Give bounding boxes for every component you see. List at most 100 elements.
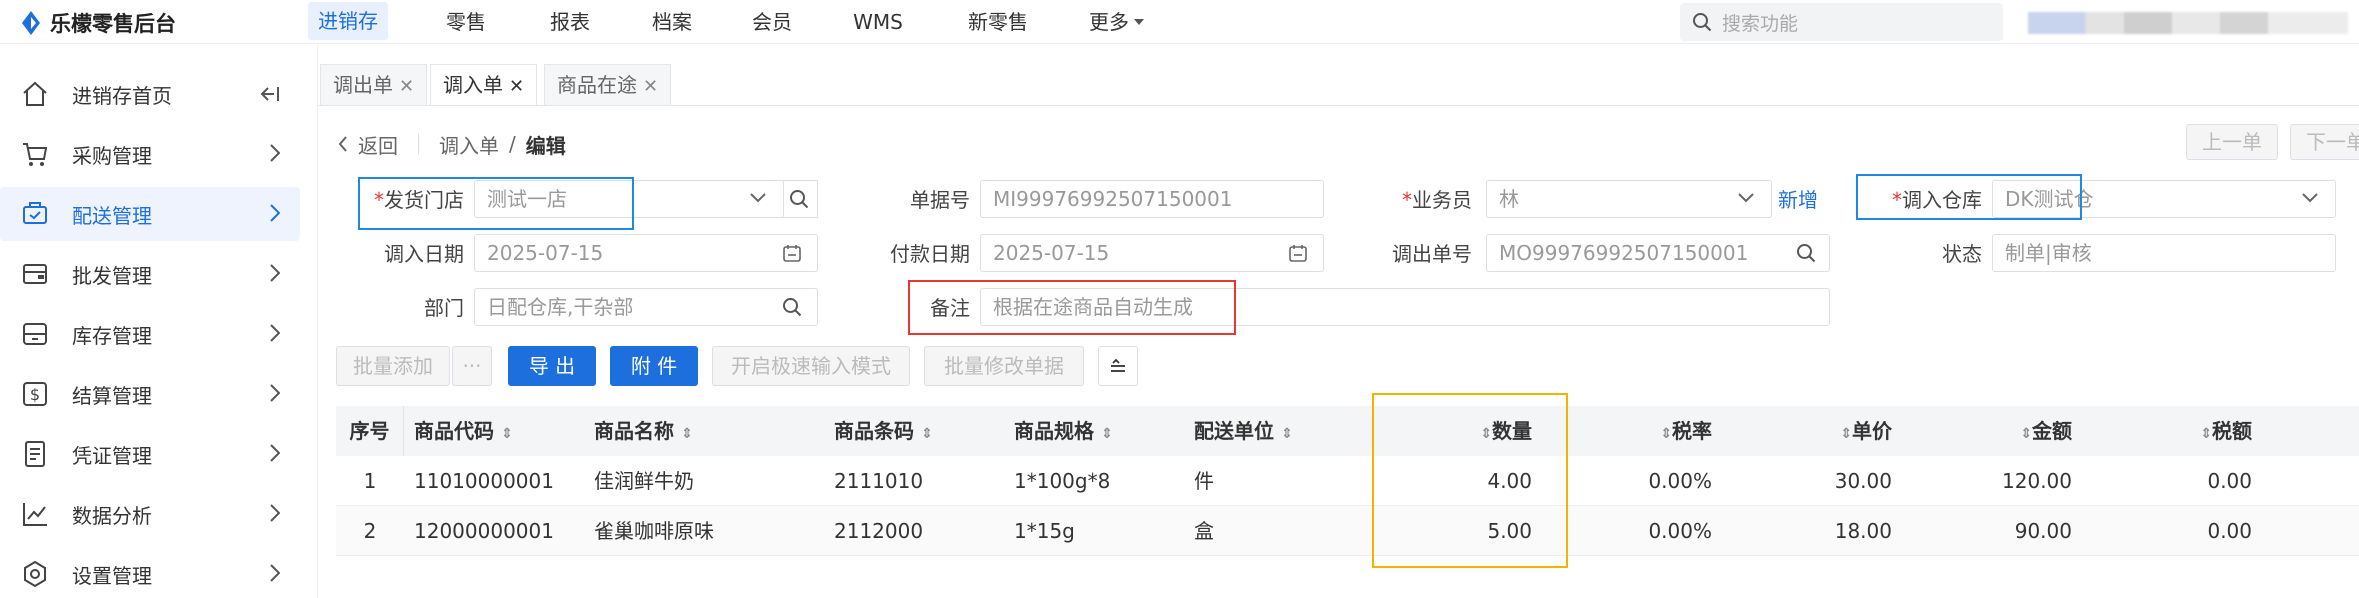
sidebar-item-stock[interactable]: 库存管理 <box>0 307 300 361</box>
sidebar-item-settlement[interactable]: $ 结算管理 <box>0 367 300 421</box>
dollar-icon: $ <box>23 382 47 406</box>
prev-order-button[interactable]: 上一单 <box>2186 124 2278 160</box>
chevron-down-icon <box>2302 193 2318 203</box>
cart-icon <box>23 143 48 166</box>
close-icon[interactable]: ✕ <box>509 76 524 97</box>
svg-text:$: $ <box>30 385 40 404</box>
nav-item-archives[interactable]: 档案 <box>642 0 702 44</box>
batch-add-button[interactable]: 批量添加 <box>336 346 450 386</box>
export-button[interactable]: 导 出 <box>508 346 596 386</box>
column-header-amount[interactable]: ⇕金额 <box>1920 406 2072 456</box>
status-field: 制单|审核 <box>1992 234 2336 272</box>
column-header-spec[interactable]: 商品规格 ⇕ <box>1014 406 1164 456</box>
nav-item-retail[interactable]: 零售 <box>436 0 496 44</box>
cell-unit: 件 <box>1194 469 1214 493</box>
sort-icon[interactable]: ⇕ <box>1840 426 1852 442</box>
column-settings-button[interactable] <box>1098 346 1138 386</box>
sidebar-item-label: 数据分析 <box>72 503 152 528</box>
order-no-value: MI99976992507150001 <box>993 187 1233 211</box>
highlight-box-quantity <box>1372 393 1568 568</box>
in-date-picker[interactable]: 2025-07-15 <box>474 234 818 272</box>
nav-item-new-retail[interactable]: 新零售 <box>958 0 1038 44</box>
more-actions-button[interactable]: ··· <box>452 346 492 386</box>
column-header-tax[interactable]: ⇕税额 <box>2100 406 2252 456</box>
column-header-tax-rate[interactable]: ⇕税率 <box>1560 406 1712 456</box>
order-no-field[interactable]: MI99976992507150001 <box>980 180 1324 218</box>
cell-price: 18.00 <box>1834 519 1892 543</box>
sidebar-item-label: 凭证管理 <box>72 443 152 468</box>
close-icon[interactable]: ✕ <box>643 76 658 97</box>
out-order-no-value: MO99976992507150001 <box>1499 241 1749 265</box>
batch-edit-button[interactable]: 批量修改单据 <box>924 346 1084 386</box>
search-placeholder: 搜索功能 <box>1722 12 1799 35</box>
breadcrumb-divider <box>418 134 419 154</box>
sidebar-item-purchase[interactable]: 采购管理 <box>0 127 300 181</box>
send-store-search-button[interactable] <box>780 180 818 218</box>
cell-tax: 0.00 <box>2207 519 2252 543</box>
fast-input-mode-button[interactable]: 开启极速输入模式 <box>712 346 910 386</box>
wallet-icon <box>23 264 47 284</box>
breadcrumb-current: 编辑 <box>525 133 566 158</box>
dept-value: 日配仓库,干杂部 <box>487 295 634 319</box>
salesman-value: 林 <box>1499 187 1519 211</box>
app-logo[interactable]: 乐檬零售后台 <box>20 8 176 38</box>
sidebar-item-voucher[interactable]: 凭证管理 <box>0 427 300 481</box>
cell-tax-rate: 0.00% <box>1648 519 1712 543</box>
sidebar-item-analytics[interactable]: 数据分析 <box>0 487 300 541</box>
sort-icon[interactable]: ⇕ <box>2020 426 2032 442</box>
sidebar-item-home[interactable]: 进销存首页 <box>0 67 300 121</box>
search-icon[interactable] <box>1796 243 1816 263</box>
calendar-icon <box>783 245 801 262</box>
column-header-price[interactable]: ⇕单价 <box>1740 406 1892 456</box>
column-header-name[interactable]: 商品名称 ⇕ <box>594 406 794 456</box>
search-box[interactable]: 搜索功能 <box>1680 3 2003 41</box>
tab-in-transit[interactable]: 商品在途 ✕ <box>544 64 672 106</box>
cell-barcode: 2111010 <box>834 469 924 493</box>
sort-icon[interactable]: ⇕ <box>2200 426 2212 442</box>
nav-item-wms[interactable]: WMS <box>848 0 908 44</box>
cell-tax-rate: 0.00% <box>1648 469 1712 493</box>
pay-date-picker[interactable]: 2025-07-15 <box>980 234 1324 272</box>
next-order-button[interactable]: 下一单 <box>2290 124 2359 160</box>
cell-amount: 90.00 <box>2014 519 2072 543</box>
dept-field[interactable]: 日配仓库,干杂部 <box>474 288 818 326</box>
tab-transfer-out[interactable]: 调出单 ✕ <box>320 64 428 106</box>
add-salesman-link[interactable]: 新增 <box>1778 180 1818 220</box>
nav-item-inventory[interactable]: 进销存 <box>308 2 388 40</box>
nav-item-more[interactable]: 更多 <box>1082 0 1152 44</box>
close-icon[interactable]: ✕ <box>399 76 414 97</box>
column-header-unit[interactable]: 配送单位 ⇕ <box>1194 406 1354 456</box>
sidebar-item-distribution[interactable]: 配送管理 <box>0 187 300 241</box>
sidebar-item-label: 设置管理 <box>72 563 152 588</box>
out-order-no-field[interactable]: MO99976992507150001 <box>1486 234 1830 272</box>
nav-item-reports[interactable]: 报表 <box>540 0 600 44</box>
chevron-right-icon <box>270 144 280 162</box>
back-link[interactable]: 返回 <box>358 130 398 159</box>
sort-icon[interactable]: ⇕ <box>681 426 693 442</box>
attachment-button[interactable]: 附 件 <box>610 346 698 386</box>
sidebar-item-label: 进销存首页 <box>72 83 172 108</box>
sidebar-item-settings[interactable]: 设置管理 <box>0 547 300 598</box>
sort-icon[interactable]: ⇕ <box>921 426 933 442</box>
nav-item-members[interactable]: 会员 <box>742 0 802 44</box>
tab-transfer-in[interactable]: 调入单 ✕ <box>430 64 538 106</box>
sidebar-item-wholesale[interactable]: 批发管理 <box>0 247 300 301</box>
sidebar-item-label: 结算管理 <box>72 383 152 408</box>
salesman-select[interactable]: 林 <box>1486 180 1772 218</box>
search-icon[interactable] <box>782 297 802 317</box>
sort-icon[interactable]: ⇕ <box>1660 426 1672 442</box>
breadcrumb-parent[interactable]: 调入单 <box>439 130 499 159</box>
cell-barcode: 2112000 <box>834 519 924 543</box>
sort-icon[interactable]: ⇕ <box>1101 426 1113 442</box>
cell-tax: 0.00 <box>2207 469 2252 493</box>
cell-unit: 盒 <box>1194 519 1214 543</box>
user-info-blurred[interactable] <box>2028 12 2348 34</box>
chevron-right-icon <box>270 504 280 522</box>
chevron-left-icon[interactable] <box>338 136 348 152</box>
column-header-barcode[interactable]: 商品条码 ⇕ <box>834 406 974 456</box>
sort-icon[interactable]: ⇕ <box>501 426 513 442</box>
cell-index: 1 <box>363 469 377 493</box>
tab-label: 调入单 <box>443 73 503 97</box>
sort-icon[interactable]: ⇕ <box>1281 426 1293 442</box>
column-header-code[interactable]: 商品代码 ⇕ <box>414 406 564 456</box>
